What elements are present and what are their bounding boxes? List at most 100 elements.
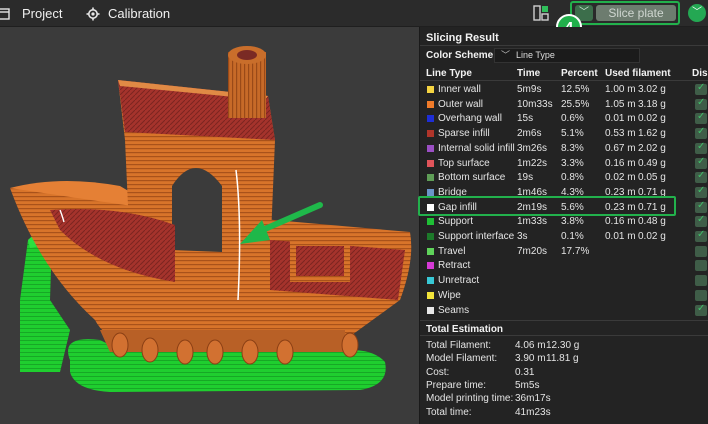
estimation-label: Total time: (426, 406, 472, 418)
row-meters: 0.16 m (605, 216, 636, 228)
row-grams: 0.49 g (638, 157, 666, 169)
project-icon (0, 7, 10, 21)
color-swatch (427, 174, 434, 182)
slice-plate-button[interactable]: Slice plate (596, 5, 676, 21)
column-header-used-filament: Used filament (605, 68, 671, 79)
column-header-time: Time (517, 68, 541, 79)
row-line-type: Bottom surface (438, 172, 506, 184)
estimation-value: 5m5s (515, 379, 540, 391)
checkbox-checked-icon[interactable] (695, 229, 707, 242)
checkbox-checked-icon[interactable] (695, 303, 707, 316)
checkbox-checked-icon[interactable] (695, 97, 707, 110)
row-time: 3m26s (517, 142, 548, 154)
column-header-display: Disp (692, 68, 708, 79)
divider (420, 80, 708, 81)
color-swatch (427, 86, 434, 93)
checkbox-checked-icon[interactable] (695, 185, 707, 198)
checkbox-checked-icon[interactable] (695, 126, 707, 140)
checkbox-checked-icon[interactable] (695, 214, 707, 228)
table-row[interactable]: Overhang wall 15s 0.6% 0.01 m 0.02 g (420, 111, 708, 126)
tab-calibration-label: Calibration (108, 6, 171, 21)
table-row[interactable]: Internal solid infill 3m26s 8.3% 0.67 m 2.02… (420, 141, 708, 156)
row-grams: 0.02 g (638, 113, 666, 125)
tab-project-label: Project (22, 6, 63, 21)
row-grams: 1.62 g (638, 128, 666, 140)
estimation-item: Prepare time: 5m5s (420, 380, 708, 393)
table-row[interactable]: Top surface 1m22s 3.3% 0.16 m 0.49 g (420, 156, 708, 171)
table-row[interactable]: Travel 7m20s 17.7% (420, 245, 708, 259)
color-swatch (427, 247, 434, 255)
row-percent: 0.1% (561, 231, 584, 242)
row-meters: 0.01 m (605, 231, 636, 242)
table-row[interactable]: Support interface 3s 0.1% 0.01 m 0.02 g (420, 229, 708, 244)
checkbox-checked-icon[interactable] (695, 170, 707, 184)
row-grams: 0.05 g (638, 172, 666, 184)
table-row[interactable]: Outer wall 10m33s 25.5% 1.05 m 3.18 g (420, 97, 708, 112)
estimation-value: 4.06 m (515, 340, 546, 351)
row-grams: 3.02 g (638, 84, 666, 95)
column-header-percent: Percent (561, 68, 598, 79)
estimation-value: 36m17s (515, 393, 551, 405)
layout-icon[interactable] (533, 5, 549, 21)
row-line-type: Support (438, 216, 474, 228)
row-grams: 0.02 g (638, 231, 666, 242)
row-line-type: Unretract (438, 275, 480, 287)
checkbox-checked-icon[interactable] (695, 141, 707, 154)
estimation-label: Total Filament: (426, 340, 492, 351)
row-line-type: Retract (438, 260, 471, 272)
estimation-item: Cost: 0.31 (420, 367, 708, 380)
row-meters: 1.00 m (605, 84, 636, 95)
row-meters: 0.02 m (605, 172, 636, 184)
table-row[interactable]: Bottom surface 19s 0.8% 0.02 m 0.05 g (420, 170, 708, 185)
row-percent: 0.6% (561, 113, 584, 125)
color-swatch (427, 262, 434, 270)
row-percent: 17.7% (561, 245, 590, 257)
slice-plate-highlight: ﹀ Slice plate (570, 1, 680, 25)
table-row[interactable]: Seams (420, 303, 708, 318)
estimation-value: 0.31 (515, 366, 535, 378)
color-swatch (427, 188, 434, 196)
gap-infill-highlight (418, 196, 676, 216)
tab-calibration[interactable]: Calibration (86, 0, 170, 27)
table-row[interactable]: Retract (420, 259, 708, 273)
row-line-type: Support interface (438, 231, 515, 242)
checkbox-checked-icon[interactable] (695, 260, 707, 272)
estimation-value-secondary: 11.81 g (546, 353, 579, 365)
tab-project[interactable]: Project (0, 0, 62, 27)
color-swatch (427, 144, 434, 152)
slicing-result-panel: Slicing Result Color Scheme ﹀ Line Type L… (419, 27, 708, 424)
checkbox-checked-icon[interactable] (695, 156, 707, 169)
row-meters: 0.67 m (605, 142, 636, 154)
estimation-item: Total time: 41m23s (420, 407, 708, 420)
checkbox-checked-icon[interactable] (695, 289, 707, 301)
table-row[interactable]: Sparse infill 2m6s 5.1% 0.53 m 1.62 g (420, 126, 708, 141)
checkbox-checked-icon[interactable] (695, 275, 707, 287)
column-header-line-type: Line Type (426, 68, 472, 79)
row-grams: 2.02 g (638, 142, 666, 154)
checkbox-checked-icon[interactable] (695, 111, 707, 125)
estimation-label: Prepare time: (426, 379, 487, 391)
3d-viewport[interactable] (0, 27, 420, 424)
total-estimation-title: Total Estimation (426, 324, 504, 335)
row-line-type: Wipe (438, 289, 461, 301)
row-line-type: Seams (438, 304, 470, 316)
color-scheme-select[interactable]: ﹀ Line Type (494, 48, 640, 63)
menu-dropdown-button[interactable]: ﹀ (688, 4, 706, 22)
color-swatch (427, 291, 434, 299)
checkbox-checked-icon[interactable] (695, 200, 707, 213)
table-row[interactable]: Wipe (420, 289, 708, 303)
divider (420, 45, 708, 46)
table-row[interactable]: Unretract (420, 274, 708, 288)
checkbox-checked-icon[interactable] (695, 245, 707, 257)
estimation-value-secondary: 12.30 g (546, 340, 580, 351)
row-percent: 8.3% (561, 142, 584, 154)
estimation-value: 3.90 m (515, 353, 546, 365)
color-scheme-value: Line Type (516, 50, 555, 60)
checkbox-checked-icon[interactable] (695, 82, 707, 95)
row-grams: 0.48 g (638, 216, 666, 228)
table-row[interactable]: Inner wall 5m9s 12.5% 1.00 m 3.02 g (420, 82, 708, 97)
row-percent: 3.8% (561, 216, 584, 228)
row-line-type: Outer wall (438, 98, 484, 110)
table-row[interactable]: Support 1m33s 3.8% 0.16 m 0.48 g (420, 214, 708, 229)
estimation-value: 41m23s (515, 406, 551, 418)
